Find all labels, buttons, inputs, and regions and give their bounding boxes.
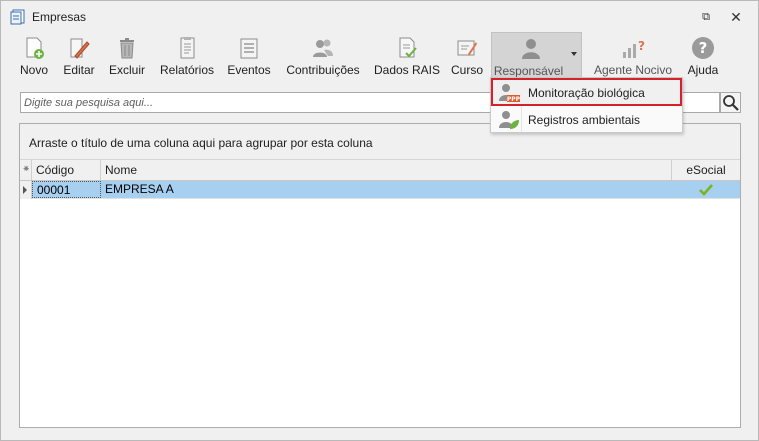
trash-icon	[115, 36, 139, 60]
responsavel-dropdown-menu: PPP Monitoração biológica Registros ambi…	[490, 77, 683, 133]
grid-header: ⁕ Código Nome eSocial	[20, 160, 740, 181]
edit-pencil-icon	[67, 36, 91, 60]
restore-icon[interactable]: ⧉	[697, 8, 715, 26]
chevron-down-icon[interactable]	[571, 52, 577, 56]
novo-label: Novo	[19, 63, 48, 77]
empresas-window: Empresas ⧉ ✕ Novo Editar Excluir Relatór…	[0, 0, 759, 441]
bar-question-icon: ?	[621, 36, 645, 60]
title-bar: Empresas ⧉ ✕	[1, 1, 758, 31]
eventos-button[interactable]: Eventos	[223, 32, 275, 79]
checked-document-icon	[395, 36, 419, 60]
cell-esocial[interactable]	[672, 181, 740, 199]
search-button[interactable]	[720, 92, 741, 113]
relatorios-label: Relatórios	[159, 63, 215, 77]
column-chooser-icon[interactable]: ⁕	[20, 160, 32, 180]
column-header-codigo[interactable]: Código	[32, 160, 101, 180]
table-row[interactable]: 00001 EMPRESA A	[20, 181, 740, 199]
responsavel-label: Responsável	[493, 64, 564, 78]
report-icon	[175, 36, 199, 60]
menu-item-monitoracao-biologica[interactable]: PPP Monitoração biológica	[491, 78, 682, 106]
new-document-icon	[22, 36, 46, 60]
svg-text:?: ?	[638, 39, 645, 53]
column-header-nome[interactable]: Nome	[101, 160, 672, 180]
curso-label: Curso	[450, 63, 483, 77]
contribuicoes-label: Contribuições	[286, 63, 360, 77]
agente-nocivo-button[interactable]: ? Agente Nocivo	[590, 32, 676, 79]
certificate-icon	[455, 36, 479, 60]
group-by-hint: Arraste o título de uma coluna aqui para…	[29, 136, 373, 150]
menu-item-registros-ambientais[interactable]: Registros ambientais	[491, 106, 682, 133]
help-icon: ?	[691, 36, 715, 60]
person-icon	[519, 37, 543, 61]
companies-grid: Arraste o título de uma coluna aqui para…	[19, 123, 741, 428]
excluir-button[interactable]: Excluir	[105, 32, 149, 79]
novo-button[interactable]: Novo	[11, 32, 57, 79]
people-icon	[311, 36, 335, 60]
ppp-person-icon: PPP	[498, 82, 521, 104]
window-title: Empresas	[32, 10, 87, 24]
svg-text:PPP: PPP	[507, 96, 520, 103]
editar-button[interactable]: Editar	[59, 32, 99, 79]
list-icon	[237, 36, 261, 60]
search-icon	[721, 95, 740, 115]
column-header-esocial[interactable]: eSocial	[672, 160, 740, 180]
menu-item-label: Registros ambientais	[528, 113, 641, 127]
document-app-icon	[10, 9, 26, 25]
editar-label: Editar	[63, 63, 95, 77]
row-indicator	[20, 181, 32, 199]
contribuicoes-button[interactable]: Contribuições	[282, 32, 364, 79]
menu-item-label: Monitoração biológica	[528, 86, 645, 100]
dados-rais-button[interactable]: Dados RAIS	[372, 32, 442, 79]
current-row-icon	[23, 186, 27, 194]
cell-nome[interactable]: EMPRESA A	[101, 181, 672, 199]
cell-codigo[interactable]: 00001	[32, 181, 101, 198]
ajuda-label: Ajuda	[687, 63, 719, 77]
excluir-label: Excluir	[108, 63, 145, 77]
curso-button[interactable]: Curso	[447, 32, 487, 79]
responsavel-button[interactable]: Responsável	[491, 32, 582, 79]
dados-rais-label: Dados RAIS	[373, 63, 441, 77]
relatorios-button[interactable]: Relatórios	[157, 32, 217, 79]
eventos-label: Eventos	[227, 63, 271, 77]
agente-nocivo-label: Agente Nocivo	[593, 63, 673, 77]
check-icon	[699, 184, 713, 199]
close-icon[interactable]: ✕	[727, 8, 745, 26]
toolbar: Novo Editar Excluir Relatórios Eventos C…	[9, 32, 750, 79]
ajuda-button[interactable]: ? Ajuda	[682, 32, 724, 79]
svg-text:?: ?	[699, 39, 708, 57]
person-leaf-icon	[498, 109, 520, 131]
